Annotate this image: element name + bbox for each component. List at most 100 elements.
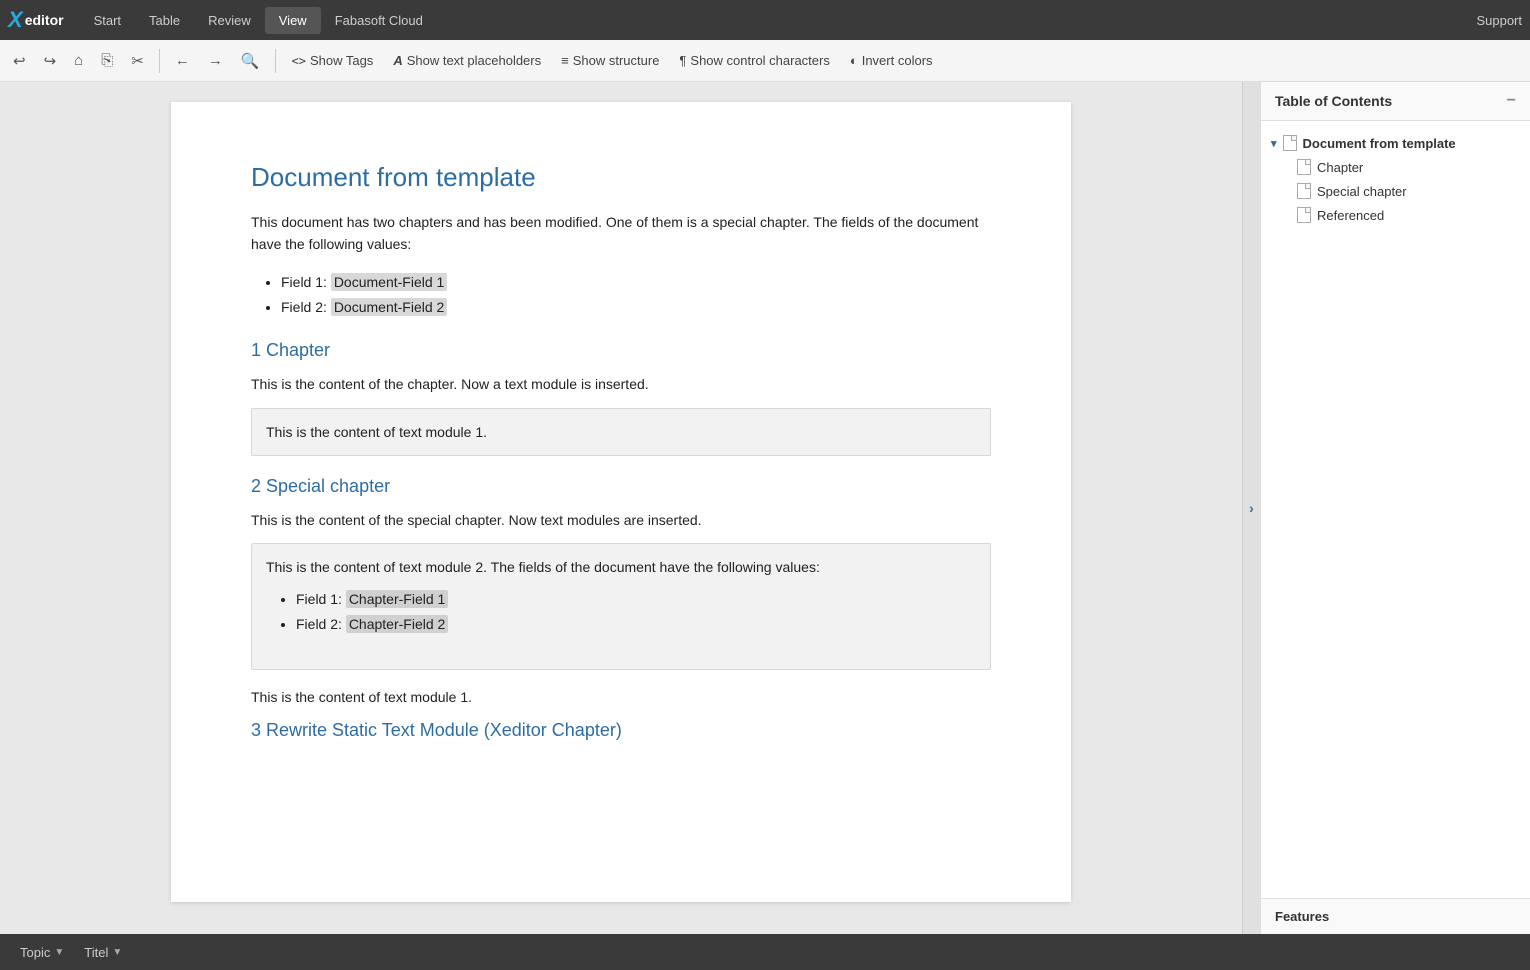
invert-colors-icon: ◐ xyxy=(850,53,858,68)
show-tags-icon: <> xyxy=(292,54,306,68)
cut-button[interactable]: ✂ xyxy=(124,47,151,75)
menu-start[interactable]: Start xyxy=(80,7,135,34)
forward-icon: → xyxy=(208,52,223,69)
text-module-1-text: This is the content of text module 1. xyxy=(266,424,487,440)
status-topic-label: Topic xyxy=(20,945,50,960)
forward-button[interactable]: → xyxy=(201,47,230,74)
menu-review[interactable]: Review xyxy=(194,7,265,34)
toc-item-label-chapter: Chapter xyxy=(1317,160,1363,175)
toolbar: ↩ ↪ ⌂ ⎘ ✂ ← → 🔍 <> Show Tags A Show text… xyxy=(0,40,1530,82)
sidebar-toggle[interactable]: › xyxy=(1242,82,1260,934)
toc-item-chapter[interactable]: Chapter xyxy=(1261,155,1530,179)
doc-intro: This document has two chapters and has b… xyxy=(251,211,991,256)
toc-item-label-document: Document from template xyxy=(1303,136,1456,151)
toolbar-divider-2 xyxy=(275,49,276,73)
status-topic-arrow-icon: ▼ xyxy=(54,947,64,958)
show-control-characters-button[interactable]: ¶ Show control characters xyxy=(671,48,837,73)
toc-chevron-icon: ▾ xyxy=(1271,137,1277,150)
toc-doc-icon-referenced xyxy=(1297,207,1311,223)
home-icon: ⌂ xyxy=(74,52,83,69)
toc-doc-icon-special xyxy=(1297,183,1311,199)
cut-icon: ✂ xyxy=(131,52,144,70)
text-module-2-intro: This is the content of text module 2. Th… xyxy=(266,556,976,578)
sidebar-features: Features xyxy=(1261,898,1530,934)
field2-value: Document-Field 2 xyxy=(331,298,448,316)
chapter2-fields-list: Field 1: Chapter-Field 1 Field 2: Chapte… xyxy=(296,587,976,637)
status-titel-arrow-icon: ▼ xyxy=(112,947,122,958)
field1-label: Field 1: xyxy=(281,274,327,290)
show-control-characters-icon: ¶ xyxy=(679,53,686,68)
main-area: Document from template This document has… xyxy=(0,82,1530,934)
copy-button[interactable]: ⎘ xyxy=(94,47,120,74)
toc-doc-icon-main xyxy=(1283,135,1297,151)
doc-area[interactable]: Document from template This document has… xyxy=(0,82,1242,934)
search-icon: 🔍 xyxy=(241,52,260,70)
status-topic[interactable]: Topic ▼ xyxy=(10,941,74,964)
show-structure-button[interactable]: ≡ Show structure xyxy=(553,48,667,73)
home-button[interactable]: ⌂ xyxy=(67,47,90,74)
toc-title: Table of Contents xyxy=(1275,93,1392,109)
toolbar-divider-1 xyxy=(159,49,160,73)
text-module-1: This is the content of text module 1. xyxy=(251,408,991,456)
chapter1-title: 1 Chapter xyxy=(251,340,991,361)
toc-item-document[interactable]: ▾ Document from template xyxy=(1261,131,1530,155)
support-link[interactable]: Support xyxy=(1476,13,1522,28)
show-tags-button[interactable]: <> Show Tags xyxy=(284,48,382,73)
doc-page: Document from template This document has… xyxy=(171,102,1071,902)
invert-colors-button[interactable]: ◐ Invert colors xyxy=(842,48,941,73)
list-item: Field 1: Chapter-Field 1 xyxy=(296,587,976,612)
field1-value: Document-Field 1 xyxy=(331,273,448,291)
field2-label: Field 2: xyxy=(281,299,327,315)
logo-editor: editor xyxy=(25,12,64,28)
toc-item-label-special: Special chapter xyxy=(1317,184,1407,199)
list-item: Field 2: Document-Field 2 xyxy=(281,295,991,320)
sidebar-close-button[interactable]: − xyxy=(1507,92,1516,110)
search-button[interactable]: 🔍 xyxy=(234,47,267,75)
ch-field2-value: Chapter-Field 2 xyxy=(346,615,449,633)
doc-title: Document from template xyxy=(251,162,991,193)
sidebar-header: Table of Contents − xyxy=(1261,82,1530,121)
menu-table[interactable]: Table xyxy=(135,7,194,34)
app-logo: X editor xyxy=(8,7,64,33)
back-icon: ← xyxy=(175,52,190,69)
text-module-1-second: This is the content of text module 1. xyxy=(251,686,991,708)
toc-item-label-referenced: Referenced xyxy=(1317,208,1384,223)
show-text-placeholders-label: Show text placeholders xyxy=(407,53,541,68)
show-control-characters-label: Show control characters xyxy=(690,53,829,68)
toc-doc-icon-chapter xyxy=(1297,159,1311,175)
chapter2-content: This is the content of the special chapt… xyxy=(251,509,991,531)
back-button[interactable]: ← xyxy=(168,47,197,74)
ch-field2-label: Field 2: xyxy=(296,616,342,632)
sidebar: Table of Contents − ▾ Document from temp… xyxy=(1260,82,1530,934)
toc-item-special-chapter[interactable]: Special chapter xyxy=(1261,179,1530,203)
toc-tree: ▾ Document from template Chapter Special… xyxy=(1261,121,1530,898)
redo-icon: ↪ xyxy=(44,52,57,70)
ch-field1-label: Field 1: xyxy=(296,591,342,607)
toc-item-referenced[interactable]: Referenced xyxy=(1261,203,1530,227)
menu-view[interactable]: View xyxy=(265,7,321,34)
show-text-placeholders-icon: A xyxy=(393,53,402,68)
doc-fields-list: Field 1: Document-Field 1 Field 2: Docum… xyxy=(281,270,991,320)
status-bar: Topic ▼ Titel ▼ xyxy=(0,934,1530,970)
undo-button[interactable]: ↩ xyxy=(6,47,33,75)
undo-icon: ↩ xyxy=(13,52,26,70)
status-titel[interactable]: Titel ▼ xyxy=(74,941,132,964)
chapter1-content: This is the content of the chapter. Now … xyxy=(251,373,991,395)
show-structure-label: Show structure xyxy=(573,53,660,68)
list-item: Field 1: Document-Field 1 xyxy=(281,270,991,295)
copy-icon: ⎘ xyxy=(101,52,113,69)
invert-colors-label: Invert colors xyxy=(862,53,933,68)
chapter3-title: 3 Rewrite Static Text Module (Xeditor Ch… xyxy=(251,720,991,741)
show-tags-label: Show Tags xyxy=(310,53,373,68)
logo-x: X xyxy=(8,7,23,33)
menu-fabasoft[interactable]: Fabasoft Cloud xyxy=(321,7,437,34)
menu-bar: X editor Start Table Review View Fabasof… xyxy=(0,0,1530,40)
show-structure-icon: ≡ xyxy=(561,53,569,68)
ch-field1-value: Chapter-Field 1 xyxy=(346,590,449,608)
redo-button[interactable]: ↪ xyxy=(37,47,64,75)
sidebar-toggle-arrow-icon: › xyxy=(1249,500,1254,516)
list-item: Field 2: Chapter-Field 2 xyxy=(296,612,976,637)
text-module-2: This is the content of text module 2. Th… xyxy=(251,543,991,670)
show-text-placeholders-button[interactable]: A Show text placeholders xyxy=(385,48,549,73)
features-label: Features xyxy=(1275,909,1329,924)
